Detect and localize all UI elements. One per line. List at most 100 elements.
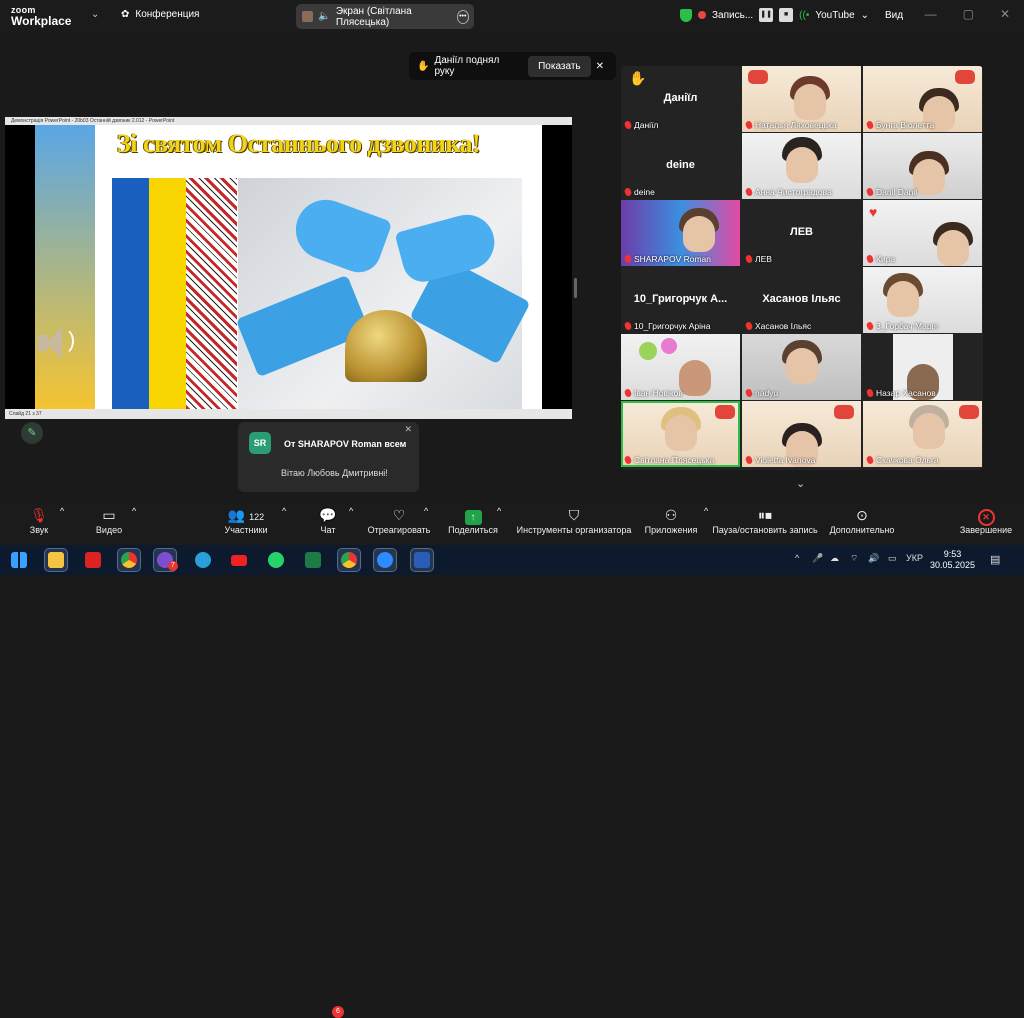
viber-badge: 7 [168,561,178,571]
volume-icon[interactable]: 🔊 [868,553,879,564]
clock-time: 9:53 [943,549,962,559]
chat-preview[interactable]: SR От SHARAPOV Roman всем Вітаю Любовь Д… [238,422,419,492]
shield-icon[interactable] [680,8,692,22]
participant-tile[interactable]: Анна Чистоградова [742,133,861,199]
battery-icon[interactable]: ▭ [888,553,897,564]
stop-record-icon[interactable]: ■ [779,8,794,22]
participant-tile[interactable]: Скачкова Ольга [863,401,982,467]
language-indicator[interactable]: УКР [906,553,923,563]
participant-tile[interactable]: SHARAPOV Roman [621,200,740,266]
meeting-title: Конференция [135,9,200,20]
meeting-icon: ✿ [121,9,130,20]
close-icon[interactable]: ✕ [404,424,412,435]
maximize-icon[interactable]: ▢ [963,7,974,21]
pause-record-icon[interactable]: ❚❚ [759,8,774,22]
more-icon[interactable]: ••• [456,9,469,24]
host-tools-button[interactable]: ⛉ Инструменты организатора [514,506,634,535]
zoom-icon[interactable] [373,548,397,572]
chevron-up-icon[interactable]: ^ [424,506,428,516]
onedrive-icon[interactable]: ☁ [830,553,839,564]
share-button[interactable]: ↑ Поделиться [445,506,501,535]
participant-tile[interactable]: Назар Хасанов [863,334,982,400]
clock[interactable]: 9:53 30.05.2025 [930,549,975,571]
viber-icon[interactable]: 7 [153,548,178,572]
close-icon[interactable]: ✕ [596,61,604,72]
panel-resize-handle[interactable] [574,278,577,298]
whatsapp-icon[interactable] [265,549,287,571]
app-red-icon[interactable] [82,549,104,571]
participant-tile[interactable]: nadyu [742,334,861,400]
muted-mic-icon [865,455,875,465]
meeting-info-button[interactable]: ✿ Конференция [121,9,199,20]
meeting-toolbar: 🎙 Звук ^ ▭ Видео ^ 👥 122 Участники ^ 💬 Ч… [0,500,1024,1018]
more-button[interactable]: ⊙ Дополнительно [826,506,898,535]
muted-mic-icon [744,388,754,398]
participant-tile[interactable]: Наталья Ляховецька [742,66,861,132]
participant-tile[interactable]: Хасанов Ільяс Хасанов Ільяс [742,267,861,333]
participant-big-name: ЛЕВ [790,226,813,238]
chevron-down-icon[interactable]: ⌄ [91,9,99,20]
wifi-icon[interactable]: ⌔ [850,553,858,564]
chat-button[interactable]: 💬 Чат [316,506,340,535]
participant-tile[interactable]: ЛЕВ ЛЕВ [742,200,861,266]
chevron-up-icon[interactable]: ^ [349,506,353,516]
speaker-icon: ) [38,325,75,365]
apps-button[interactable]: ⚇ Приложения [642,506,700,535]
video-button[interactable]: ▭ Видео [92,506,126,535]
youtube-icon[interactable] [228,549,250,571]
slide-gradient-strip [35,125,95,409]
raised-hand-notification: ✋ Даніїл поднял руку Показать ✕ [409,52,616,80]
participant-tile[interactable]: 3_Горбач Марія [863,267,982,333]
chrome-icon[interactable] [117,548,141,572]
mic-tray-icon[interactable]: 🎤 [812,553,823,564]
chat-icon: 💬 [319,507,337,523]
chevron-up-icon[interactable]: ^ [132,506,136,516]
window-controls: — ▢ ✕ [925,7,1010,21]
end-button[interactable]: ✕ Завершение [958,506,1014,535]
windows-start-icon[interactable] [8,549,30,571]
minimize-icon[interactable]: — [925,7,937,21]
notifications-icon[interactable]: ▤ [990,553,1000,566]
muted-mic-icon [623,187,633,197]
slide-border-right [542,125,572,409]
audio-button[interactable]: 🎙 Звук [26,506,52,535]
participant-tile[interactable]: ✋ Даніїл Даніїл [621,66,740,132]
file-explorer-icon[interactable] [44,548,68,572]
participant-tile[interactable]: deine deine [621,133,740,199]
chevron-up-icon[interactable]: ^ [795,553,799,563]
screen-share-pill[interactable]: 🔈 Экран (Світлана Плясецька) ••• [296,4,474,29]
participant-tile-active-speaker[interactable]: Світлана Плясецька [621,401,740,467]
participant-big-name: Даніїл [663,92,698,104]
bow-icon [959,405,979,419]
participant-tile[interactable]: ♥ Кира [863,200,982,266]
annotate-pencil-icon[interactable]: ✎ [21,422,43,444]
participant-tile[interactable]: Violetta Ivanova [742,401,861,467]
bow-icon [834,405,854,419]
participant-tile[interactable]: Бунга Віолетта [863,66,982,132]
word-icon[interactable] [410,548,434,572]
chevron-down-icon[interactable]: ⌄ [861,10,869,21]
participant-name: Анна Чистоградова [755,187,832,197]
chevron-up-icon[interactable]: ^ [282,506,286,516]
participant-name: Danil Danil [876,187,918,197]
chrome-icon[interactable] [337,548,361,572]
chevron-up-icon[interactable]: ^ [497,506,501,516]
pause-record-button[interactable]: ⏸⏹ Пауза/остановить запись [710,506,820,535]
participant-tile[interactable]: Іван Новіков [621,334,740,400]
shield-icon: ⛉ [568,507,580,523]
muted-mic-icon [744,321,754,331]
participant-tile[interactable]: Danil Danil [863,133,982,199]
chevron-up-icon[interactable]: ^ [60,506,64,516]
youtube-label[interactable]: YouTube [815,10,854,21]
chevron-down-icon[interactable]: ⌄ [796,477,805,490]
participant-tile[interactable]: 10_Григорчук А... 10_Григорчук Аріна [621,267,740,333]
close-icon[interactable]: ✕ [1000,7,1010,21]
participants-button[interactable]: 👥 122 Участники [222,506,270,535]
show-button[interactable]: Показать [528,55,591,77]
view-button[interactable]: Вид [885,10,903,21]
excel-icon[interactable] [302,549,324,571]
muted-mic-icon [744,120,754,130]
react-button[interactable]: ♡ Отреагировать [366,506,432,535]
chevron-up-icon[interactable]: ^ [704,506,708,516]
telegram-icon[interactable] [192,549,214,571]
